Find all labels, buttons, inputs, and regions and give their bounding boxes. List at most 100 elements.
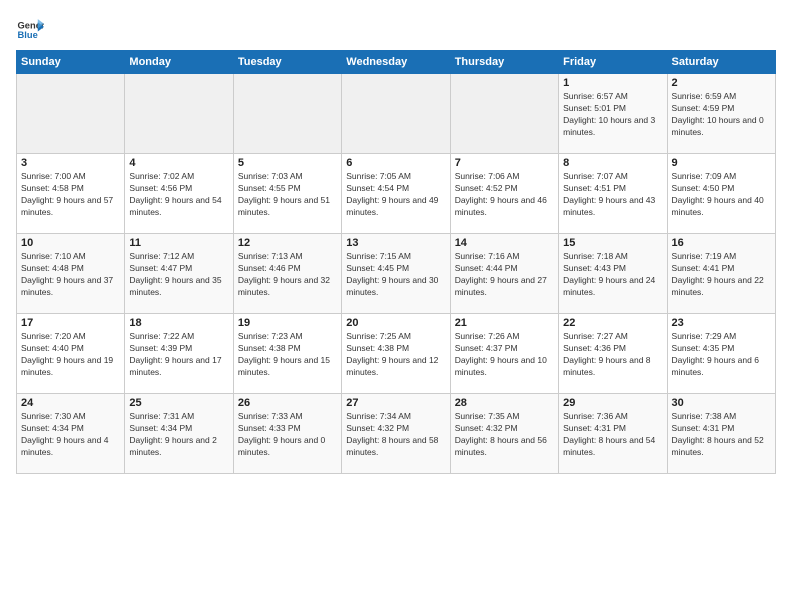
- day-number: 3: [21, 157, 120, 169]
- day-info: Sunrise: 7:34 AM Sunset: 4:32 PM Dayligh…: [346, 411, 445, 459]
- calendar-cell: 23 Sunrise: 7:29 AM Sunset: 4:35 PM Dayli…: [667, 314, 775, 394]
- day-info: Sunrise: 6:59 AM Sunset: 4:59 PM Dayligh…: [672, 91, 771, 139]
- calendar-cell: 6Sunrise: 7:05 AM Sunset: 4:54 PM Daylig…: [342, 154, 450, 234]
- calendar-cell: 2 Sunrise: 6:59 AM Sunset: 4:59 PM Daylig…: [667, 74, 775, 154]
- calendar-week-row: 1 Sunrise: 6:57 AM Sunset: 5:01 PM Daylig…: [17, 74, 776, 154]
- day-info: Sunrise: 7:05 AM Sunset: 4:54 PM Dayligh…: [346, 171, 445, 219]
- day-info: Sunrise: 7:20 AM Sunset: 4:40 PM Dayligh…: [21, 331, 120, 379]
- calendar-cell: 30Sunrise: 7:38 AM Sunset: 4:31 PM Dayli…: [667, 394, 775, 474]
- day-number: 18: [129, 317, 228, 329]
- calendar-cell: 9 Sunrise: 7:09 AM Sunset: 4:50 PM Daylig…: [667, 154, 775, 234]
- day-info: Sunrise: 7:23 AM Sunset: 4:38 PM Dayligh…: [238, 331, 337, 379]
- day-info: Sunrise: 7:36 AM Sunset: 4:31 PM Dayligh…: [563, 411, 662, 459]
- day-number: 2: [672, 77, 771, 89]
- day-info: Sunrise: 7:18 AM Sunset: 4:43 PM Dayligh…: [563, 251, 662, 299]
- calendar-cell: [450, 74, 558, 154]
- logo-icon: General Blue: [16, 16, 44, 44]
- day-number: 4: [129, 157, 228, 169]
- day-info: Sunrise: 7:27 AM Sunset: 4:36 PM Dayligh…: [563, 331, 662, 379]
- calendar-cell: 1 Sunrise: 6:57 AM Sunset: 5:01 PM Daylig…: [559, 74, 667, 154]
- day-number: 9: [672, 157, 771, 169]
- day-info: Sunrise: 7:00 AM Sunset: 4:58 PM Dayligh…: [21, 171, 120, 219]
- day-number: 17: [21, 317, 120, 329]
- day-info: Sunrise: 7:19 AM Sunset: 4:41 PM Dayligh…: [672, 251, 771, 299]
- day-number: 27: [346, 397, 445, 409]
- calendar-cell: 5 Sunrise: 7:03 AM Sunset: 4:55 PM Daylig…: [233, 154, 341, 234]
- calendar-cell: 26 Sunrise: 7:33 AM Sunset: 4:33 PM Dayli…: [233, 394, 341, 474]
- calendar-cell: [17, 74, 125, 154]
- day-info: Sunrise: 7:35 AM Sunset: 4:32 PM Dayligh…: [455, 411, 554, 459]
- day-info: Sunrise: 7:22 AM Sunset: 4:39 PM Dayligh…: [129, 331, 228, 379]
- calendar-cell: 18 Sunrise: 7:22 AM Sunset: 4:39 PM Dayli…: [125, 314, 233, 394]
- day-info: Sunrise: 7:33 AM Sunset: 4:33 PM Dayligh…: [238, 411, 337, 459]
- day-number: 5: [238, 157, 337, 169]
- day-number: 16: [672, 237, 771, 249]
- day-number: 29: [563, 397, 662, 409]
- day-number: 15: [563, 237, 662, 249]
- day-info: Sunrise: 7:06 AM Sunset: 4:52 PM Dayligh…: [455, 171, 554, 219]
- calendar-week-row: 24 Sunrise: 7:30 AM Sunset: 4:34 PM Dayli…: [17, 394, 776, 474]
- day-info: Sunrise: 7:15 AM Sunset: 4:45 PM Dayligh…: [346, 251, 445, 299]
- calendar-cell: 20 Sunrise: 7:25 AM Sunset: 4:38 PM Dayli…: [342, 314, 450, 394]
- svg-text:Blue: Blue: [18, 30, 38, 40]
- day-number: 8: [563, 157, 662, 169]
- calendar-cell: 7 Sunrise: 7:06 AM Sunset: 4:52 PM Daylig…: [450, 154, 558, 234]
- calendar-cell: 28 Sunrise: 7:35 AM Sunset: 4:32 PM Dayli…: [450, 394, 558, 474]
- day-info: Sunrise: 7:29 AM Sunset: 4:35 PM Dayligh…: [672, 331, 771, 379]
- page: General Blue SundayMondayTuesdayWednesda…: [0, 0, 792, 482]
- day-number: 23: [672, 317, 771, 329]
- day-info: Sunrise: 7:16 AM Sunset: 4:44 PM Dayligh…: [455, 251, 554, 299]
- day-of-week-header: Sunday: [17, 51, 125, 74]
- day-number: 1: [563, 77, 662, 89]
- day-number: 22: [563, 317, 662, 329]
- day-number: 28: [455, 397, 554, 409]
- logo: General Blue: [16, 16, 44, 44]
- day-info: Sunrise: 7:13 AM Sunset: 4:46 PM Dayligh…: [238, 251, 337, 299]
- calendar-cell: 22 Sunrise: 7:27 AM Sunset: 4:36 PM Dayli…: [559, 314, 667, 394]
- calendar-cell: 11Sunrise: 7:12 AM Sunset: 4:47 PM Dayli…: [125, 234, 233, 314]
- calendar-cell: 15 Sunrise: 7:18 AM Sunset: 4:43 PM Dayli…: [559, 234, 667, 314]
- day-number: 19: [238, 317, 337, 329]
- calendar-cell: [125, 74, 233, 154]
- calendar-cell: 24 Sunrise: 7:30 AM Sunset: 4:34 PM Dayli…: [17, 394, 125, 474]
- calendar-week-row: 17 Sunrise: 7:20 AM Sunset: 4:40 PM Dayli…: [17, 314, 776, 394]
- day-of-week-header: Thursday: [450, 51, 558, 74]
- calendar-cell: 8 Sunrise: 7:07 AM Sunset: 4:51 PM Daylig…: [559, 154, 667, 234]
- calendar-cell: 12 Sunrise: 7:13 AM Sunset: 4:46 PM Dayli…: [233, 234, 341, 314]
- day-number: 14: [455, 237, 554, 249]
- day-info: Sunrise: 7:07 AM Sunset: 4:51 PM Dayligh…: [563, 171, 662, 219]
- day-number: 7: [455, 157, 554, 169]
- day-info: Sunrise: 6:57 AM Sunset: 5:01 PM Dayligh…: [563, 91, 662, 139]
- day-info: Sunrise: 7:30 AM Sunset: 4:34 PM Dayligh…: [21, 411, 120, 459]
- day-number: 13: [346, 237, 445, 249]
- day-number: 26: [238, 397, 337, 409]
- calendar-cell: [233, 74, 341, 154]
- day-number: 30: [672, 397, 771, 409]
- calendar-cell: 17 Sunrise: 7:20 AM Sunset: 4:40 PM Dayli…: [17, 314, 125, 394]
- day-of-week-header: Friday: [559, 51, 667, 74]
- day-info: Sunrise: 7:31 AM Sunset: 4:34 PM Dayligh…: [129, 411, 228, 459]
- day-number: 12: [238, 237, 337, 249]
- calendar-cell: 13 Sunrise: 7:15 AM Sunset: 4:45 PM Dayli…: [342, 234, 450, 314]
- calendar-week-row: 3 Sunrise: 7:00 AM Sunset: 4:58 PM Daylig…: [17, 154, 776, 234]
- calendar-cell: 25Sunrise: 7:31 AM Sunset: 4:34 PM Dayli…: [125, 394, 233, 474]
- day-number: 24: [21, 397, 120, 409]
- day-number: 21: [455, 317, 554, 329]
- day-number: 20: [346, 317, 445, 329]
- day-info: Sunrise: 7:25 AM Sunset: 4:38 PM Dayligh…: [346, 331, 445, 379]
- day-number: 10: [21, 237, 120, 249]
- day-of-week-header: Saturday: [667, 51, 775, 74]
- calendar-cell: 10Sunrise: 7:10 AM Sunset: 4:48 PM Dayli…: [17, 234, 125, 314]
- day-info: Sunrise: 7:02 AM Sunset: 4:56 PM Dayligh…: [129, 171, 228, 219]
- day-info: Sunrise: 7:03 AM Sunset: 4:55 PM Dayligh…: [238, 171, 337, 219]
- calendar-table: SundayMondayTuesdayWednesdayThursdayFrid…: [16, 50, 776, 474]
- calendar-cell: 14 Sunrise: 7:16 AM Sunset: 4:44 PM Dayli…: [450, 234, 558, 314]
- day-of-week-header: Wednesday: [342, 51, 450, 74]
- day-info: Sunrise: 7:09 AM Sunset: 4:50 PM Dayligh…: [672, 171, 771, 219]
- calendar-cell: 21Sunrise: 7:26 AM Sunset: 4:37 PM Dayli…: [450, 314, 558, 394]
- calendar-cell: 29 Sunrise: 7:36 AM Sunset: 4:31 PM Dayli…: [559, 394, 667, 474]
- day-of-week-header: Tuesday: [233, 51, 341, 74]
- calendar-cell: 27 Sunrise: 7:34 AM Sunset: 4:32 PM Dayli…: [342, 394, 450, 474]
- calendar-cell: 4 Sunrise: 7:02 AM Sunset: 4:56 PM Daylig…: [125, 154, 233, 234]
- header: General Blue: [16, 16, 776, 44]
